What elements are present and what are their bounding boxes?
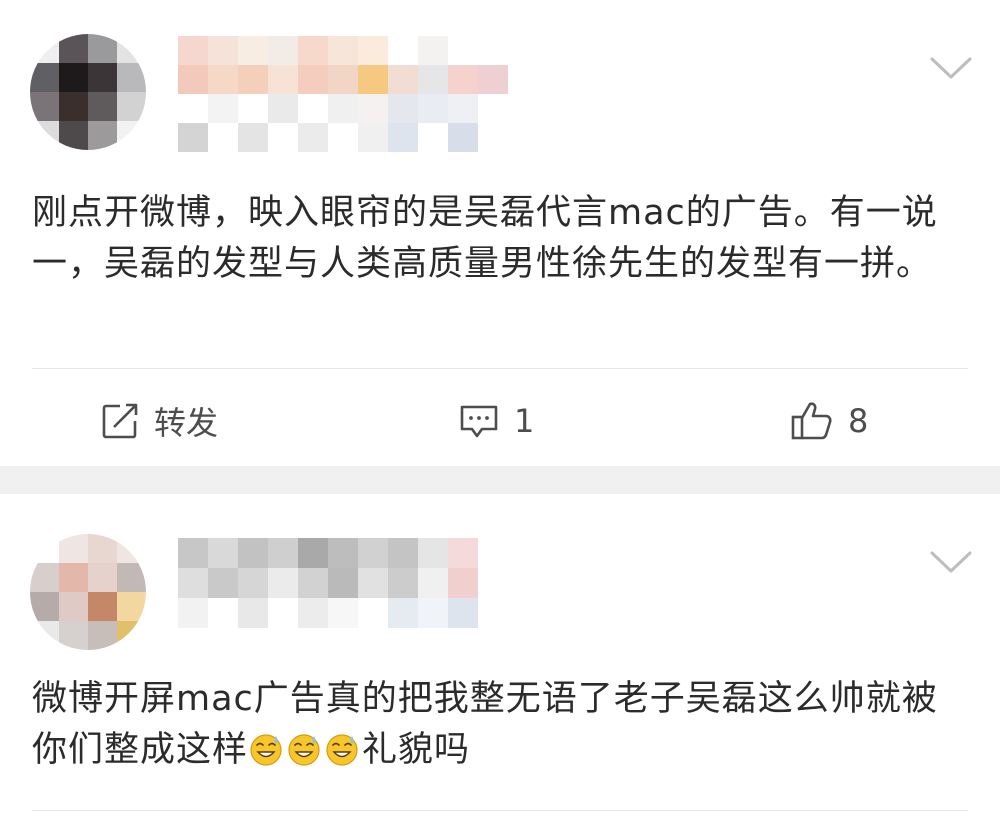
username-blurred[interactable] bbox=[178, 36, 508, 152]
post-text: 刚点开微博，映入眼帘的是吴磊代言mac的广告。有一说一，吴磊的发型与人类高质量男… bbox=[32, 193, 938, 284]
avatar[interactable] bbox=[30, 534, 146, 650]
username-blurred[interactable] bbox=[178, 538, 508, 628]
share-icon bbox=[102, 403, 138, 439]
post-text: 微博开屏mac广告真的把我整无语了老子吴磊这么帅就被你们整成这样 礼貌吗 bbox=[32, 674, 972, 778]
chevron-down-icon[interactable] bbox=[930, 550, 972, 574]
comment-button[interactable]: 1 bbox=[458, 398, 534, 444]
post-separator bbox=[0, 466, 1000, 494]
post-text-main: 微博开屏mac广告真的把我整无语了老子吴磊这么帅就被你们整成这样 bbox=[32, 679, 938, 770]
sweat-smile-emoji bbox=[326, 734, 358, 766]
divider bbox=[32, 810, 968, 811]
avatar[interactable] bbox=[30, 34, 146, 150]
divider bbox=[32, 368, 968, 369]
repost-button[interactable]: 转发 bbox=[100, 398, 218, 444]
like-button[interactable]: 8 bbox=[790, 398, 868, 444]
sweat-smile-emoji bbox=[288, 734, 320, 766]
thumbs-up-icon bbox=[791, 402, 832, 440]
weibo-post: 微博开屏mac广告真的把我整无语了老子吴磊这么帅就被你们整成这样 礼貌吗 bbox=[0, 494, 1000, 813]
comment-icon bbox=[460, 405, 498, 438]
post-text-tail: 礼貌吗 bbox=[362, 730, 471, 770]
sweat-smile-emoji bbox=[250, 734, 282, 766]
repost-label: 转发 bbox=[154, 404, 219, 442]
like-count: 8 bbox=[848, 402, 869, 440]
comment-count: 1 bbox=[514, 402, 535, 440]
chevron-down-icon[interactable] bbox=[930, 56, 972, 80]
weibo-post: 刚点开微博，映入眼帘的是吴磊代言mac的广告。有一说一，吴磊的发型与人类高质量男… bbox=[0, 0, 1000, 466]
